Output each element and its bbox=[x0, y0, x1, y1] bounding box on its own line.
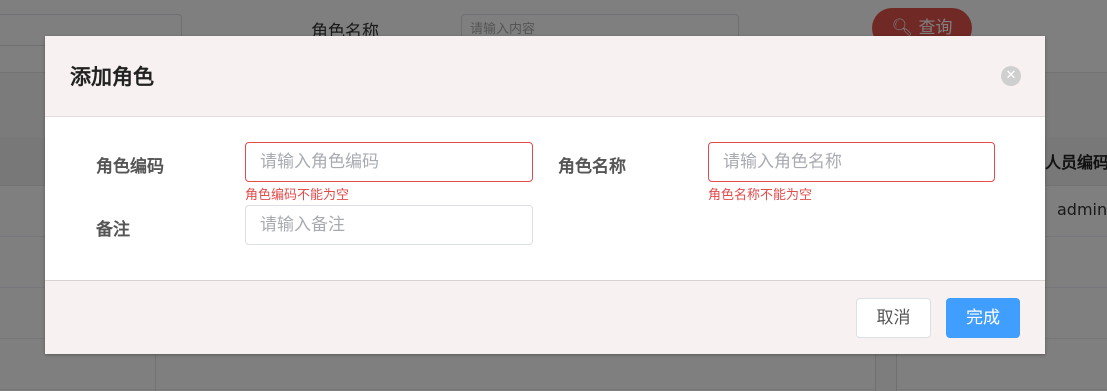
dialog-form: 角色编码 角色编码不能为空 角色名称 角色名称不能为空 备注 bbox=[45, 117, 1045, 281]
role-code-input[interactable] bbox=[245, 142, 533, 182]
role-code-error: 角色编码不能为空 bbox=[245, 188, 350, 203]
cancel-button[interactable]: 取消 bbox=[856, 298, 931, 338]
role-name-error: 角色名称不能为空 bbox=[708, 188, 813, 203]
role-name-input[interactable] bbox=[708, 142, 995, 182]
add-role-dialog: 添加角色 ✕ 角色编码 角色编码不能为空 角色名称 角色名称不能为空 备注 取消… bbox=[45, 36, 1045, 354]
submit-button[interactable]: 完成 bbox=[946, 298, 1020, 338]
remark-input[interactable] bbox=[245, 205, 533, 245]
dialog-title: 添加角色 bbox=[70, 65, 154, 89]
role-code-label: 角色编码 bbox=[96, 157, 164, 177]
role-name-label: 角色名称 bbox=[558, 157, 626, 177]
dialog-header: 添加角色 ✕ bbox=[45, 36, 1045, 117]
dialog-footer: 取消 完成 bbox=[45, 281, 1045, 354]
remark-label: 备注 bbox=[96, 220, 130, 240]
close-icon[interactable]: ✕ bbox=[1001, 66, 1021, 86]
